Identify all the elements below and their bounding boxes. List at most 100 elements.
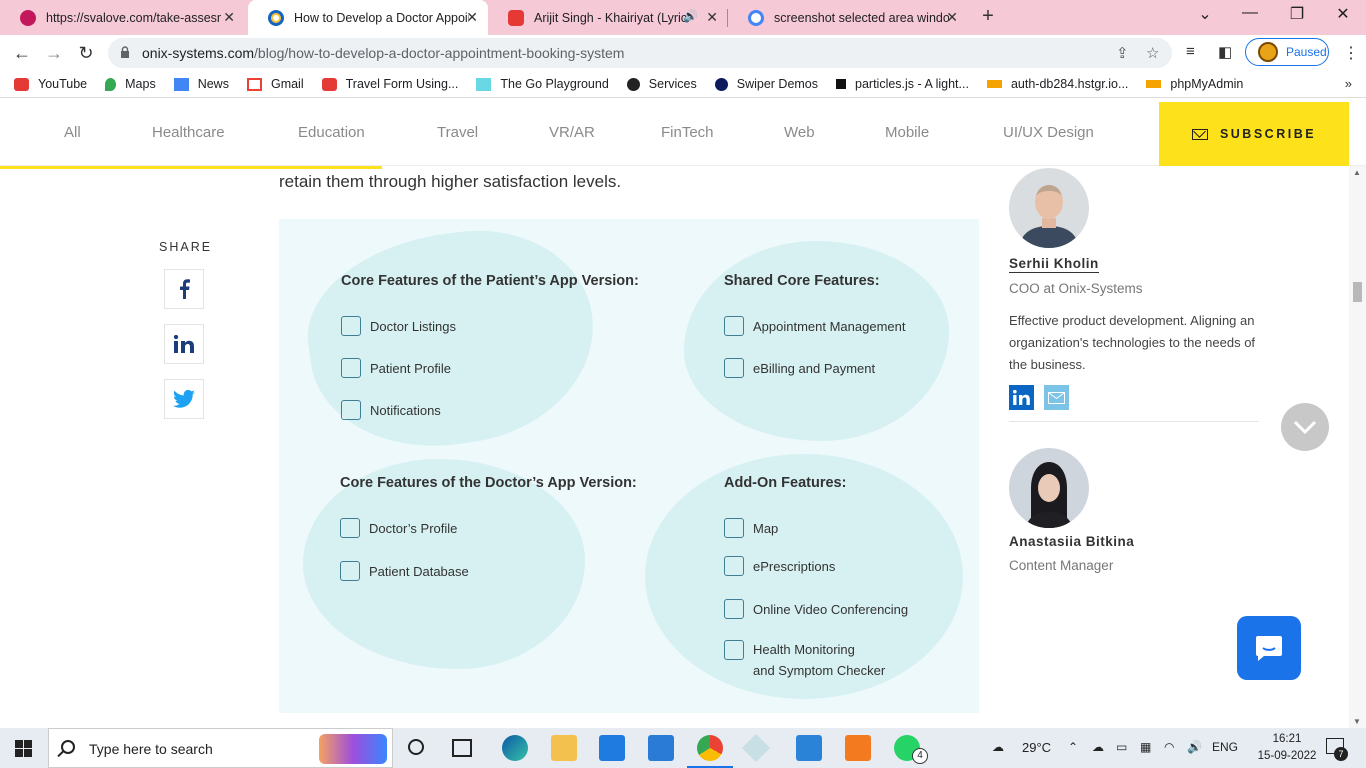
- cortana-icon[interactable]: [408, 739, 424, 755]
- feature-label: Health Monitoring: [753, 642, 855, 657]
- feature-map: Map: [724, 518, 778, 538]
- xampp-icon[interactable]: [845, 735, 871, 761]
- address-bar[interactable]: onix-systems.com/blog/how-to-develop-a-d…: [108, 38, 1172, 68]
- mail-icon[interactable]: [648, 735, 674, 761]
- author-name[interactable]: Anastasiia Bitkina: [1009, 534, 1134, 549]
- author-name-link[interactable]: Serhii Kholin: [1009, 256, 1099, 273]
- nav-item-vr-ar[interactable]: VR/AR: [549, 124, 595, 141]
- nav-item-education[interactable]: Education: [298, 124, 365, 141]
- heart-favicon-icon: [20, 9, 36, 26]
- tablet-icon[interactable]: ▭: [1116, 740, 1127, 754]
- bookmark-swiper[interactable]: Swiper Demos: [714, 77, 819, 91]
- page-scrollbar[interactable]: ▲ ▼: [1349, 166, 1366, 728]
- subscribe-button[interactable]: SUBSCRIBE: [1159, 102, 1349, 166]
- minimize-icon[interactable]: —: [1235, 4, 1265, 22]
- avatar: [1258, 42, 1278, 62]
- tab-screenshot[interactable]: screenshot selected area window ✕: [728, 0, 968, 35]
- bookmark-youtube[interactable]: YouTube: [14, 77, 87, 91]
- share-linkedin-button[interactable]: [164, 324, 204, 364]
- feature-health-monitoring: Health Monitoring and Symptom Checker: [724, 640, 886, 681]
- tab-doctor-appointment[interactable]: How to Develop a Doctor Appoin ✕: [248, 0, 488, 35]
- scroll-down-arrow-icon[interactable]: ▼: [1353, 717, 1361, 726]
- bookmark-phpmyadmin[interactable]: phpMyAdmin: [1146, 77, 1243, 91]
- bookmark-travel-form[interactable]: Travel Form Using...: [321, 77, 458, 91]
- site-category-nav: All Healthcare Education Travel VR/AR Fi…: [0, 102, 1366, 166]
- scroll-up-arrow-icon[interactable]: ▲: [1353, 168, 1361, 177]
- chrome-icon[interactable]: [697, 735, 723, 761]
- snip-tool-icon[interactable]: [741, 733, 771, 763]
- microsoft-store-icon[interactable]: [599, 735, 625, 761]
- windows-start-icon[interactable]: [15, 740, 32, 757]
- billing-icon: [724, 358, 744, 378]
- nav-item-mobile[interactable]: Mobile: [885, 124, 929, 141]
- system-clock[interactable]: 16:21 15-09-2022: [1256, 731, 1318, 765]
- feature-patient-profile: Patient Profile: [341, 358, 451, 378]
- nav-item-all[interactable]: All: [64, 124, 81, 141]
- bookmark-services[interactable]: Services: [626, 77, 697, 91]
- media-control-icon[interactable]: ≡: [1186, 43, 1195, 60]
- bookmark-auth-db[interactable]: auth-db284.hstgr.io...: [986, 77, 1128, 91]
- nav-item-travel[interactable]: Travel: [437, 124, 478, 141]
- author-email-button[interactable]: [1044, 385, 1069, 410]
- restore-icon[interactable]: ❐: [1282, 4, 1312, 24]
- bookmark-gmail[interactable]: Gmail: [246, 77, 304, 91]
- edge-icon[interactable]: [502, 735, 528, 761]
- bookmark-maps[interactable]: Maps: [105, 77, 156, 91]
- weather-icon[interactable]: ☁: [992, 740, 1004, 754]
- bookmarks-overflow-icon[interactable]: »: [1345, 76, 1352, 91]
- star-bookmark-icon[interactable]: ☆: [1146, 44, 1159, 62]
- profile-button[interactable]: Paused: [1245, 38, 1329, 66]
- back-arrow-icon[interactable]: ←: [10, 41, 34, 65]
- bookmark-news[interactable]: News: [173, 77, 229, 91]
- close-icon[interactable]: ✕: [223, 9, 235, 26]
- file-explorer-icon[interactable]: [551, 735, 577, 761]
- tray-chevron-up-icon[interactable]: ⌃: [1068, 740, 1078, 754]
- author-photo-serhii[interactable]: [1009, 168, 1089, 248]
- feature-label: and Symptom Checker: [753, 663, 886, 678]
- close-icon[interactable]: ✕: [466, 9, 478, 26]
- nav-item-web[interactable]: Web: [784, 124, 815, 141]
- feature-notifications: Notifications: [341, 400, 441, 420]
- tab-search-chevron-icon[interactable]: ⌄: [1190, 4, 1220, 24]
- scrollbar-thumb[interactable]: [1353, 282, 1362, 302]
- close-icon[interactable]: ✕: [946, 9, 958, 26]
- bookmark-particles[interactable]: particles.js - A light...: [836, 77, 969, 91]
- tab-arijit-singh[interactable]: Arijit Singh - Khairiyat (Lyrics 🔊 ✕: [488, 0, 728, 35]
- close-window-icon[interactable]: ✕: [1328, 4, 1358, 24]
- side-panel-icon[interactable]: ◧: [1218, 43, 1232, 61]
- scroll-down-button[interactable]: [1281, 403, 1329, 451]
- network-icon[interactable]: ▦: [1140, 740, 1151, 754]
- bookmark-label: Services: [648, 77, 697, 91]
- onedrive-icon[interactable]: ☁: [1092, 740, 1104, 754]
- weather-temperature[interactable]: 29°C: [1022, 740, 1051, 755]
- bookmark-go-playground[interactable]: The Go Playground: [476, 77, 609, 91]
- share-icon[interactable]: ⇪: [1116, 44, 1129, 62]
- task-view-icon[interactable]: [452, 739, 472, 757]
- search-highlight-icon: [319, 734, 387, 764]
- tab-svalove[interactable]: https://svalove.com/take-assesm ✕: [0, 0, 245, 35]
- speaker-icon[interactable]: 🔊: [683, 9, 698, 23]
- share-facebook-button[interactable]: [164, 269, 204, 309]
- reload-icon[interactable]: ↻: [74, 41, 98, 65]
- author-linkedin-button[interactable]: [1009, 385, 1034, 410]
- close-icon[interactable]: ✕: [706, 9, 718, 26]
- wifi-icon[interactable]: ◠: [1164, 740, 1174, 754]
- nav-item-healthcare[interactable]: Healthcare: [152, 124, 225, 141]
- feature-doctors-profile: Doctor’s Profile: [340, 518, 457, 538]
- google-favicon-icon: [748, 9, 764, 26]
- nav-item-ui-ux-design[interactable]: UI/UX Design: [1003, 124, 1094, 141]
- addon-features-title: Add-On Features:: [724, 475, 847, 491]
- chat-widget-button[interactable]: [1237, 616, 1301, 680]
- bookmark-label: Swiper Demos: [736, 77, 819, 91]
- taskbar-search-box[interactable]: Type here to search: [48, 728, 393, 768]
- language-indicator[interactable]: ENG: [1212, 740, 1238, 754]
- more-menu-icon[interactable]: ⋮: [1343, 43, 1359, 63]
- new-tab-plus-icon[interactable]: +: [976, 5, 1000, 28]
- vscode-icon[interactable]: [796, 735, 822, 761]
- share-twitter-button[interactable]: [164, 379, 204, 419]
- nav-item-fintech[interactable]: FinTech: [661, 124, 714, 141]
- decorative-blob: [684, 241, 949, 441]
- author-photo-anastasiia[interactable]: [1009, 448, 1089, 528]
- volume-icon[interactable]: 🔊: [1187, 740, 1202, 754]
- forward-arrow-icon[interactable]: →: [42, 41, 66, 65]
